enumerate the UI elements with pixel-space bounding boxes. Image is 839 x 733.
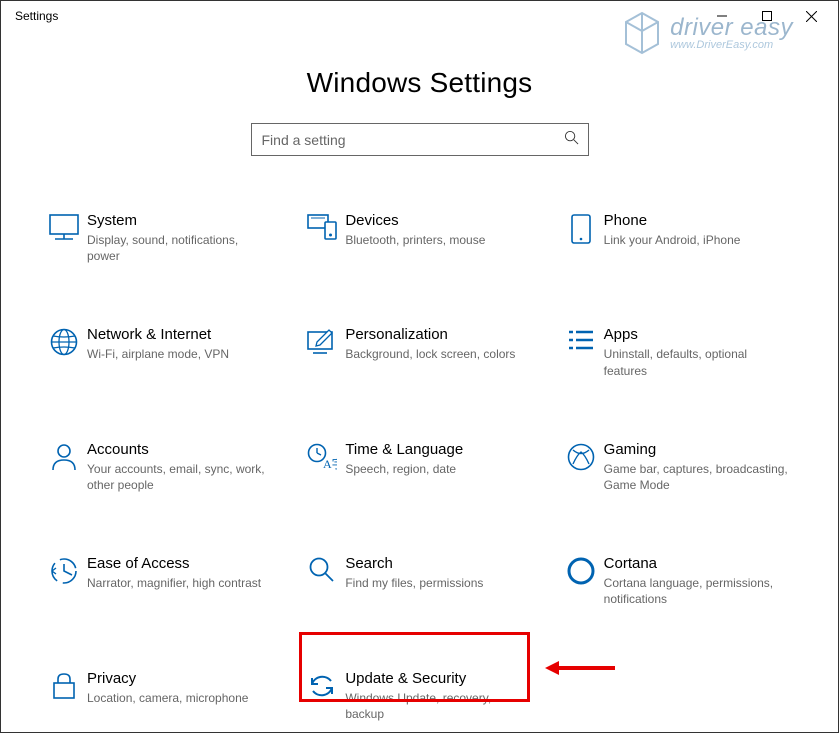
titlebar: Settings <box>1 1 838 31</box>
system-icon <box>41 212 87 240</box>
window-title: Settings <box>5 9 58 23</box>
person-icon <box>41 441 87 471</box>
tile-title: Ease of Access <box>87 555 271 572</box>
tile-desc: Wi-Fi, airplane mode, VPN <box>87 346 271 362</box>
update-icon <box>299 670 345 700</box>
search-input[interactable] <box>251 123 589 156</box>
tile-desc: Your accounts, email, sync, work, other … <box>87 461 271 493</box>
tile-accounts[interactable]: Accounts Your accounts, email, sync, wor… <box>37 435 285 499</box>
search-tile-icon <box>299 555 345 583</box>
tile-title: System <box>87 212 271 229</box>
lock-icon <box>41 670 87 700</box>
cortana-icon <box>558 555 604 585</box>
settings-grid: System Display, sound, notifications, po… <box>1 206 838 728</box>
tile-desc: Cortana language, permissions, notificat… <box>604 575 788 607</box>
ease-of-access-icon <box>41 555 87 585</box>
tile-desc: Link your Android, iPhone <box>604 232 788 248</box>
svg-text:A字: A字 <box>323 456 337 471</box>
paint-icon <box>299 326 345 354</box>
maximize-button[interactable] <box>744 1 789 31</box>
tile-network[interactable]: Network & Internet Wi-Fi, airplane mode,… <box>37 320 285 384</box>
tile-title: Network & Internet <box>87 326 271 343</box>
tile-title: Cortana <box>604 555 788 572</box>
tile-title: Personalization <box>345 326 529 343</box>
devices-icon <box>299 212 345 240</box>
tile-update-security[interactable]: Update & Security Windows Update, recove… <box>295 664 543 728</box>
tile-privacy[interactable]: Privacy Location, camera, microphone <box>37 664 285 728</box>
tile-title: Time & Language <box>345 441 529 458</box>
page-heading: Windows Settings <box>1 67 838 99</box>
tile-title: Apps <box>604 326 788 343</box>
phone-icon <box>558 212 604 244</box>
tile-cortana[interactable]: Cortana Cortana language, permissions, n… <box>554 549 802 613</box>
tile-title: Gaming <box>604 441 788 458</box>
watermark-line2: www.DriverEasy.com <box>670 40 793 52</box>
tile-desc: Uninstall, defaults, optional features <box>604 346 788 378</box>
tile-ease-of-access[interactable]: Ease of Access Narrator, magnifier, high… <box>37 549 285 613</box>
tile-desc: Narrator, magnifier, high contrast <box>87 575 271 591</box>
tile-desc: Game bar, captures, broadcasting, Game M… <box>604 461 788 493</box>
minimize-button[interactable] <box>699 1 744 31</box>
tile-desc: Find my files, permissions <box>345 575 529 591</box>
search-icon[interactable] <box>564 130 579 150</box>
tile-search[interactable]: Search Find my files, permissions <box>295 549 543 613</box>
time-language-icon: A字 <box>299 441 345 471</box>
globe-icon <box>41 326 87 356</box>
tile-phone[interactable]: Phone Link your Android, iPhone <box>554 206 802 270</box>
tile-desc: Bluetooth, printers, mouse <box>345 232 529 248</box>
tile-title: Search <box>345 555 529 572</box>
tile-devices[interactable]: Devices Bluetooth, printers, mouse <box>295 206 543 270</box>
tile-title: Phone <box>604 212 788 229</box>
tile-title: Privacy <box>87 670 271 687</box>
search-container <box>251 123 589 156</box>
tile-desc: Background, lock screen, colors <box>345 346 529 362</box>
tile-apps[interactable]: Apps Uninstall, defaults, optional featu… <box>554 320 802 384</box>
close-button[interactable] <box>789 1 834 31</box>
tile-time-language[interactable]: A字 Time & Language Speech, region, date <box>295 435 543 499</box>
tile-system[interactable]: System Display, sound, notifications, po… <box>37 206 285 270</box>
xbox-icon <box>558 441 604 471</box>
apps-icon <box>558 326 604 352</box>
tile-desc: Display, sound, notifications, power <box>87 232 271 264</box>
tile-title: Accounts <box>87 441 271 458</box>
tile-title: Devices <box>345 212 529 229</box>
tile-desc: Location, camera, microphone <box>87 690 271 706</box>
tile-title: Update & Security <box>345 670 529 687</box>
tile-desc: Windows Update, recovery, backup <box>345 690 529 722</box>
tile-gaming[interactable]: Gaming Game bar, captures, broadcasting,… <box>554 435 802 499</box>
tile-personalization[interactable]: Personalization Background, lock screen,… <box>295 320 543 384</box>
tile-desc: Speech, region, date <box>345 461 529 477</box>
